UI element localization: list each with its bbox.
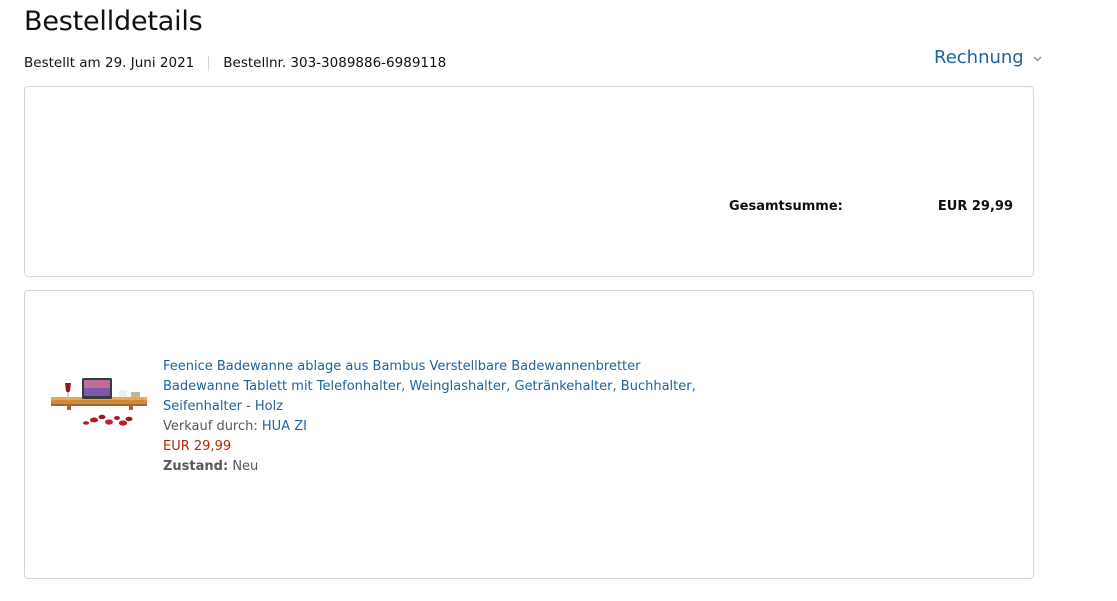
condition-label: Zustand: (163, 459, 229, 474)
seller-row: Verkauf durch: HUA ZI (163, 417, 708, 437)
order-meta-row: Bestellt am 29. Juni 2021 Bestellnr. 303… (24, 54, 446, 72)
order-total-label: Gesamtsumme: (729, 199, 843, 214)
item-price: EUR 29,99 (163, 439, 232, 454)
product-title-link[interactable]: Feenice Badewanne ablage aus Bambus Vers… (163, 357, 708, 417)
seller-link[interactable]: HUA ZI (262, 419, 307, 434)
order-date: Bestellt am 29. Juni 2021 (24, 55, 195, 71)
product-info: Feenice Badewanne ablage aus Bambus Vers… (163, 357, 708, 477)
invoice-dropdown[interactable]: Rechnung (934, 47, 1042, 68)
page-title: Bestelldetails (24, 6, 203, 37)
chevron-down-icon (1033, 56, 1042, 62)
seller-prefix: Verkauf durch: (163, 419, 258, 434)
condition-row: Zustand: Neu (163, 457, 708, 477)
order-summary-card: Gesamtsumme: EUR 29,99 (24, 86, 1034, 277)
order-number: Bestellnr. 303-3089886-6989118 (223, 55, 447, 71)
order-item-card: Feenice Badewanne ablage aus Bambus Vers… (24, 290, 1034, 579)
condition-value: Neu (232, 459, 259, 474)
invoice-label: Rechnung (934, 47, 1024, 68)
order-total-value: EUR 29,99 (937, 199, 1013, 214)
product-image[interactable] (49, 375, 151, 437)
meta-divider (208, 55, 210, 71)
